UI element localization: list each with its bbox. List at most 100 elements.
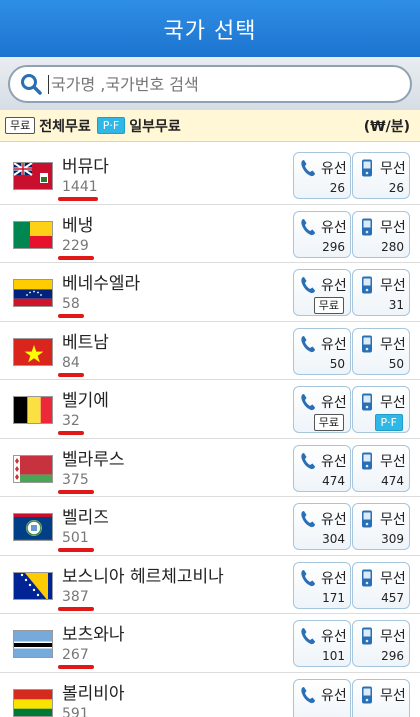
free-badge: 무료 <box>313 297 344 314</box>
wired-label: 유선 <box>321 219 347 236</box>
country-code: 387 <box>62 588 89 605</box>
country-row[interactable]: 베네수엘라 58 유선 무료 무선 31 <box>0 263 420 322</box>
country-row[interactable]: 벨라루스 375 유선 474 무선 474 <box>0 438 420 497</box>
country-name: 보츠와나 <box>62 625 125 645</box>
country-name: 벨기에 <box>62 391 109 411</box>
wired-call-button[interactable]: 유선 304 <box>293 503 351 550</box>
wired-label: 유선 <box>321 395 347 411</box>
country-list: 버뮤다 1441 유선 26 무선 26 베냉 229 유선 296 무선 280 베네수엘라 58 유선 무… <box>0 146 420 717</box>
wired-label: 유선 <box>321 336 347 353</box>
country-code: 375 <box>62 471 89 488</box>
mobile-price: 26 <box>388 181 404 195</box>
country-row[interactable]: 벨리즈 501 유선 304 무선 309 <box>0 497 420 556</box>
mobile-phone-icon <box>359 335 375 353</box>
wired-call-button[interactable]: 유선 26 <box>293 152 351 199</box>
country-row[interactable]: 베트남 84 유선 50 무선 50 <box>0 321 420 380</box>
bermuda-flag <box>13 162 53 190</box>
country-row[interactable]: 버뮤다 1441 유선 26 무선 26 <box>0 146 420 205</box>
code-underline <box>58 197 98 201</box>
country-row[interactable]: 보스니아 헤르체고비나 387 유선 171 무선 457 <box>0 555 420 614</box>
mobile-price: 31 <box>388 298 404 312</box>
code-underline <box>58 548 94 552</box>
mobile-price: 50 <box>388 356 404 371</box>
mobile-call-button[interactable]: 무선 50 <box>352 327 410 375</box>
mobile-price: 474 <box>381 473 404 488</box>
search-input[interactable] <box>48 74 378 94</box>
wired-call-button[interactable]: 유선 171 <box>293 561 351 609</box>
mobile-phone-icon <box>359 686 375 704</box>
mobile-label: 무선 <box>380 453 406 470</box>
page-title: 국가 선택 <box>163 18 257 44</box>
mobile-phone-icon <box>359 393 375 411</box>
mobile-call-button[interactable]: 무선 31 <box>352 269 410 316</box>
partial-free-label: 일부무료 <box>129 118 181 135</box>
wired-label: 유선 <box>321 570 347 587</box>
mobile-call-button[interactable]: 무선 309 <box>352 503 410 550</box>
wired-call-button[interactable]: 유선 50 <box>293 327 351 375</box>
code-underline <box>58 489 94 494</box>
wired-call-button[interactable]: 유선 296 <box>293 210 351 258</box>
mobile-label: 무선 <box>380 570 406 587</box>
pf-badge: P·F <box>374 414 403 431</box>
mobile-price: 296 <box>381 649 404 663</box>
code-underline <box>58 314 84 318</box>
search-bar <box>0 57 420 110</box>
mobile-call-button[interactable]: 무선 296 <box>352 620 410 667</box>
mobile-phone-icon <box>359 276 375 294</box>
phone-icon <box>300 276 316 294</box>
price-legend: 무료 전체무료 P·F 일부무료 (₩/분) <box>0 110 420 142</box>
benin-flag <box>13 220 53 249</box>
pf-badge: P·F <box>96 117 126 134</box>
mobile-label: 무선 <box>380 512 406 528</box>
phone-icon <box>300 335 316 353</box>
country-row[interactable]: 볼리비아 591 유선 무선 <box>0 672 420 717</box>
mobile-call-button[interactable]: 무선 457 <box>352 561 410 609</box>
phone-icon <box>300 569 316 587</box>
app-header: 국가 선택 <box>0 0 420 57</box>
bolivia-flag <box>13 688 53 717</box>
phone-icon <box>300 510 316 528</box>
mobile-label: 무선 <box>380 278 406 294</box>
country-code: 267 <box>62 647 89 663</box>
mobile-label: 무선 <box>380 161 406 177</box>
wired-call-button[interactable]: 유선 무료 <box>293 269 351 316</box>
wired-price: 474 <box>322 473 345 488</box>
wired-call-button[interactable]: 유선 무료 <box>293 386 351 433</box>
venezuela-flag <box>13 279 53 307</box>
mobile-phone-icon <box>359 510 375 528</box>
mobile-price: 309 <box>381 532 404 546</box>
country-code: 591 <box>62 705 89 717</box>
country-row[interactable]: 벨기에 32 유선 무료 무선 P·F <box>0 380 420 439</box>
code-underline <box>58 665 94 669</box>
country-code: 84 <box>62 354 80 371</box>
phone-icon <box>300 218 316 236</box>
wired-label: 유선 <box>321 512 347 528</box>
belgium-flag <box>13 396 53 424</box>
country-row[interactable]: 베냉 229 유선 296 무선 280 <box>0 204 420 263</box>
code-underline <box>58 606 94 611</box>
belize-flag <box>13 513 53 541</box>
country-name: 베냉 <box>62 215 94 236</box>
mobile-call-button[interactable]: 무선 26 <box>352 152 410 199</box>
mobile-call-button[interactable]: 무선 <box>352 678 410 717</box>
all-free-label: 전체무료 <box>39 118 91 135</box>
mobile-phone-icon <box>359 452 375 470</box>
search-box[interactable] <box>8 65 412 103</box>
mobile-call-button[interactable]: 무선 P·F <box>352 386 410 433</box>
country-code: 229 <box>62 237 89 254</box>
botswana-flag <box>13 630 53 658</box>
country-name: 버뮤다 <box>62 157 109 177</box>
wired-call-button[interactable]: 유선 474 <box>293 444 351 492</box>
phone-icon <box>300 627 316 645</box>
mobile-call-button[interactable]: 무선 474 <box>352 444 410 492</box>
country-name: 베트남 <box>62 332 109 353</box>
code-underline <box>58 255 94 260</box>
wired-call-button[interactable]: 유선 <box>293 678 351 717</box>
wired-label: 유선 <box>321 629 347 645</box>
wired-call-button[interactable]: 유선 101 <box>293 620 351 667</box>
mobile-call-button[interactable]: 무선 280 <box>352 210 410 258</box>
country-row[interactable]: 보츠와나 267 유선 101 무선 296 <box>0 614 420 673</box>
mobile-phone-icon <box>359 627 375 645</box>
country-name: 보스니아 헤르체고비나 <box>62 566 224 587</box>
country-name: 베네수엘라 <box>62 274 141 294</box>
